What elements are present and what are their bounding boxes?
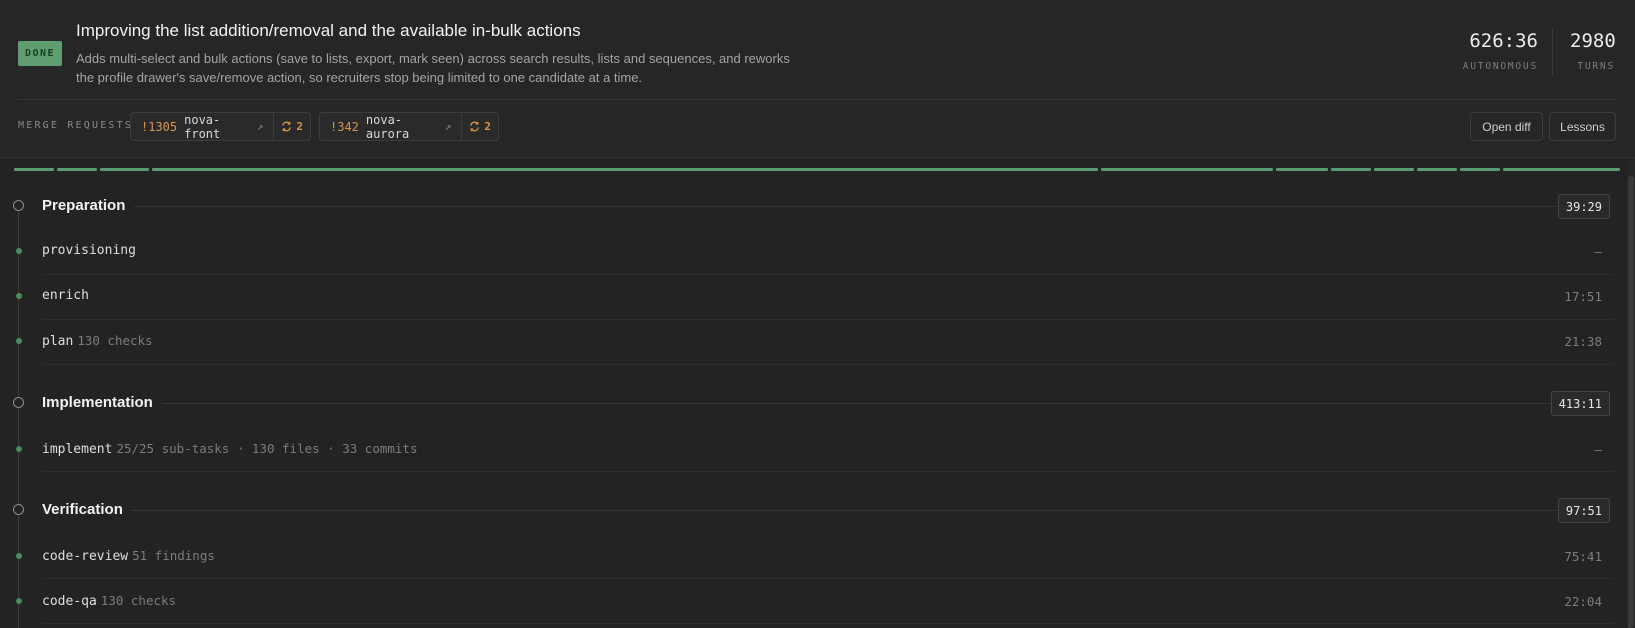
- step-label: provisioning: [42, 243, 136, 258]
- step-row[interactable]: plan 130 checks 21:38: [0, 331, 1624, 361]
- step-meta: 130 checks: [77, 333, 153, 348]
- progress-segment: [1460, 168, 1500, 171]
- merge-request-sync[interactable]: 2: [273, 113, 310, 140]
- phase-time: 97:51: [1557, 498, 1610, 523]
- step-name: code-review: [42, 549, 129, 564]
- step-name: provisioning: [42, 243, 136, 258]
- step-dot-icon: [16, 338, 22, 344]
- progress-segment: [1374, 168, 1414, 171]
- row-divider: [42, 471, 1614, 472]
- merge-request-link[interactable]: !1305 nova-front ↗: [131, 113, 273, 140]
- row-divider: [42, 578, 1614, 579]
- step-label: implement 25/25 sub-tasks · 130 files · 3…: [42, 441, 417, 457]
- step-row[interactable]: enrich 17:51: [0, 286, 1624, 316]
- progress-segment: [1276, 168, 1328, 171]
- step-label: code-review 51 findings: [42, 548, 215, 564]
- merge-request-chip[interactable]: !1305 nova-front ↗ 2: [130, 112, 311, 141]
- step-time: —: [1594, 442, 1602, 457]
- phase-divider: [134, 206, 1560, 207]
- phase-header-verification[interactable]: Verification 97:51: [0, 495, 1624, 525]
- progress-segment: [1101, 168, 1273, 171]
- row-divider: [42, 274, 1614, 275]
- status-badge: DONE: [18, 41, 62, 66]
- step-label: enrich: [42, 288, 89, 303]
- stat-divider: [1552, 28, 1553, 76]
- step-meta: 51 findings: [132, 548, 215, 563]
- step-label: plan 130 checks: [42, 333, 153, 349]
- step-name: implement: [42, 442, 113, 457]
- row-divider: [42, 319, 1614, 320]
- progress-segment: [1503, 168, 1620, 171]
- phase-time: 413:11: [1550, 391, 1610, 416]
- lessons-button[interactable]: Lessons: [1549, 112, 1616, 141]
- external-link-icon: ↗: [444, 120, 452, 133]
- stat-turns-label: TURNS: [1577, 61, 1615, 72]
- phase-header-preparation[interactable]: Preparation 39:29: [0, 191, 1624, 221]
- stat-turns-value: 2980: [1570, 30, 1616, 52]
- step-time: 21:38: [1564, 334, 1602, 349]
- progress-segment: [1417, 168, 1457, 171]
- sync-count: 2: [484, 120, 491, 133]
- step-row[interactable]: code-qa 130 checks 22:04: [0, 591, 1624, 621]
- progress-segment: [57, 168, 97, 171]
- stat-turns: 2980 TURNS: [1570, 30, 1616, 72]
- task-header: DONE Improving the list addition/removal…: [0, 0, 1635, 158]
- step-row[interactable]: implement 25/25 sub-tasks · 130 files · 3…: [0, 439, 1624, 469]
- row-divider: [42, 364, 1614, 365]
- step-name: code-qa: [42, 594, 97, 609]
- step-time: 17:51: [1564, 289, 1602, 304]
- step-name: enrich: [42, 288, 89, 303]
- header-divider: [18, 99, 1617, 100]
- step-time: —: [1594, 244, 1602, 259]
- stat-autonomous-label: AUTONOMOUS: [1462, 61, 1538, 72]
- step-row[interactable]: code-review 51 findings 75:41: [0, 546, 1624, 576]
- step-name: plan: [42, 334, 74, 349]
- step-meta: 130 checks: [100, 593, 177, 608]
- step-dot-icon: [16, 553, 22, 559]
- sync-count: 2: [296, 120, 303, 133]
- phase-name: Implementation: [42, 394, 153, 411]
- phase-divider: [162, 403, 1551, 404]
- merge-requests-label: MERGE REQUESTS: [18, 120, 134, 131]
- phase-circle-icon: [13, 397, 24, 408]
- phase-name: Verification: [42, 501, 123, 518]
- progress-segment: [100, 168, 149, 171]
- stat-autonomous: 626:36 AUTONOMOUS: [1455, 30, 1538, 72]
- progress-segment: [14, 168, 54, 171]
- step-meta: 25/25 sub-tasks · 130 files · 33 commits: [116, 441, 418, 456]
- merge-request-id: !1305: [141, 119, 178, 134]
- row-divider: [42, 623, 1614, 624]
- step-dot-icon: [16, 598, 22, 604]
- progress-segment: [1331, 168, 1371, 171]
- progress-segment: [152, 168, 1098, 171]
- external-link-icon: ↗: [256, 120, 264, 133]
- merge-request-link[interactable]: !342 nova-aurora ↗: [320, 113, 461, 140]
- step-label: code-qa 130 checks: [42, 593, 176, 609]
- sync-icon: [470, 121, 480, 132]
- task-description: Adds multi-select and bulk actions (save…: [76, 51, 790, 85]
- step-row[interactable]: provisioning —: [0, 241, 1624, 271]
- phase-progress-bar: [14, 168, 1620, 171]
- phase-circle-icon: [13, 200, 24, 211]
- phase-header-implementation[interactable]: Implementation 413:11: [0, 388, 1624, 418]
- merge-request-repo: nova-aurora: [365, 112, 410, 141]
- merge-request-chip[interactable]: !342 nova-aurora ↗ 2: [319, 112, 499, 141]
- step-dot-icon: [16, 446, 22, 452]
- merge-request-sync[interactable]: 2: [461, 113, 498, 140]
- stat-autonomous-value: 626:36: [1469, 30, 1538, 52]
- phase-divider: [132, 510, 1558, 511]
- phase-name: Preparation: [42, 197, 126, 214]
- merge-request-id: !342: [330, 119, 359, 134]
- step-dot-icon: [16, 248, 22, 254]
- step-dot-icon: [16, 293, 22, 299]
- step-time: 75:41: [1564, 549, 1602, 564]
- scrollbar-thumb[interactable]: [1628, 176, 1634, 628]
- sync-icon: [282, 121, 292, 132]
- step-time: 22:04: [1564, 594, 1602, 609]
- page-title: Improving the list addition/removal and …: [76, 21, 581, 40]
- open-diff-button[interactable]: Open diff: [1470, 112, 1543, 141]
- phase-time: 39:29: [1557, 194, 1610, 219]
- phase-circle-icon: [13, 504, 24, 515]
- merge-request-repo: nova-front: [184, 112, 221, 141]
